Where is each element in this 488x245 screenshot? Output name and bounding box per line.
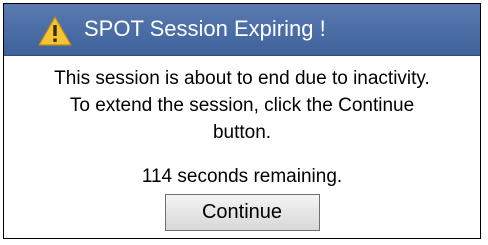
continue-button[interactable]: Continue bbox=[164, 194, 320, 231]
dialog-titlebar: SPOT Session Expiring ! bbox=[4, 4, 480, 56]
countdown-text: 114 seconds remaining. bbox=[4, 164, 480, 190]
message-line-1: This session is about to end due to inac… bbox=[54, 68, 430, 89]
session-expiring-dialog: SPOT Session Expiring ! This session is … bbox=[3, 3, 481, 239]
message-line-3: button. bbox=[212, 122, 272, 143]
session-message: This session is about to end due to inac… bbox=[4, 65, 480, 146]
dialog-title: SPOT Session Expiring ! bbox=[84, 16, 326, 41]
dialog-body: This session is about to end due to inac… bbox=[4, 56, 480, 231]
warning-triangle-icon bbox=[38, 16, 72, 46]
seconds-remaining-count: 114 bbox=[141, 166, 173, 187]
seconds-remaining-label: seconds remaining. bbox=[177, 166, 343, 187]
message-line-2: To extend the session, click the Continu… bbox=[69, 95, 415, 116]
